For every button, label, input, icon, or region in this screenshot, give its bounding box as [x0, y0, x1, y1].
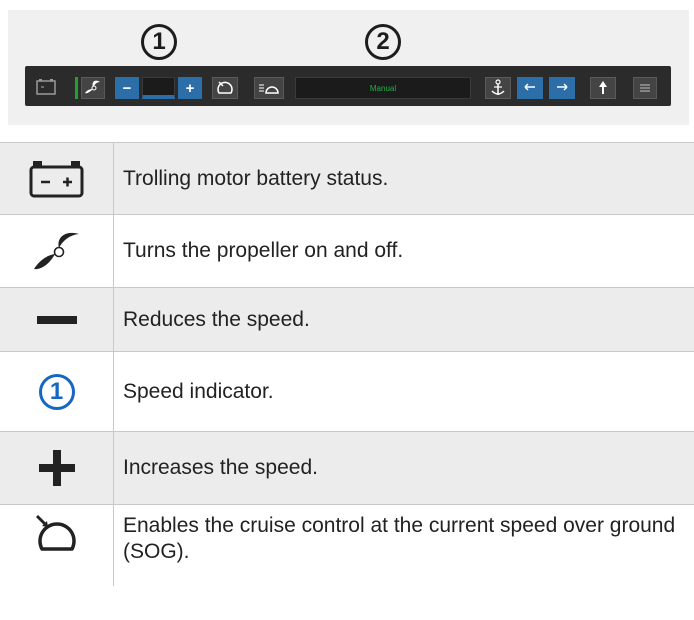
table-row: 1 Speed indicator.: [0, 352, 694, 432]
sog-cruise-button[interactable]: [254, 77, 284, 99]
table-row: Enables the cruise control at the curren…: [0, 505, 694, 586]
row-description: Reduces the speed.: [123, 307, 310, 331]
autopilot-mode-display[interactable]: Manual: [295, 77, 471, 99]
battery-icon: [36, 79, 56, 95]
plus-speed-button[interactable]: +: [178, 77, 202, 99]
callout-2: 2: [365, 24, 401, 60]
table-row: Reduces the speed.: [0, 288, 694, 352]
propeller-status-indicator: [75, 77, 78, 99]
cruise-control-icon: [217, 81, 233, 94]
minus-icon: −: [122, 79, 132, 97]
row-description: Increases the speed.: [123, 456, 318, 479]
row-description: Enables the cruise control at the curren…: [123, 514, 676, 563]
callout-1-icon: 1: [38, 373, 75, 410]
battery-icon: [29, 160, 83, 197]
battery-button[interactable]: [33, 77, 59, 99]
toolbar-figure: 1 2 − + Manual: [8, 10, 689, 125]
minus-icon: [36, 315, 77, 324]
table-row: Increases the speed.: [0, 432, 694, 505]
cruise-control-icon: [35, 514, 76, 551]
callout-1: 1: [141, 24, 177, 60]
anchor-lock-button[interactable]: [485, 77, 511, 99]
icon-cell: [0, 288, 114, 351]
heading-arrow-icon: [599, 81, 607, 94]
row-description: Turns the propeller on and off.: [123, 239, 404, 262]
heading-hold-button[interactable]: [590, 77, 616, 99]
cruise-control-button[interactable]: [212, 77, 238, 99]
menu-icon: [640, 84, 650, 92]
mode-label: Manual: [369, 83, 397, 93]
menu-button[interactable]: [633, 77, 657, 99]
icon-cell: [0, 215, 114, 287]
icon-description-table: Trolling motor battery status. Turns the…: [0, 142, 694, 586]
arrow-right-icon: [557, 83, 568, 91]
speed-indicator: [142, 77, 175, 99]
plus-icon: [38, 450, 75, 486]
arrow-left-icon: [524, 83, 535, 91]
plus-icon: +: [185, 79, 195, 97]
propeller-icon: [33, 232, 79, 270]
table-row: Trolling motor battery status.: [0, 143, 694, 215]
table-row: Turns the propeller on and off.: [0, 215, 694, 288]
icon-cell: [0, 505, 114, 586]
steer-right-button[interactable]: [549, 77, 575, 99]
row-description: Speed indicator.: [123, 379, 274, 403]
sog-gauge-icon: [259, 84, 279, 94]
propeller-button[interactable]: [81, 77, 105, 99]
icon-cell: [0, 143, 114, 214]
steer-left-button[interactable]: [517, 77, 543, 99]
propeller-icon: [85, 80, 100, 94]
trolling-motor-toolbar: − + Manual: [25, 66, 671, 106]
icon-cell: 1: [0, 352, 114, 431]
icon-cell: [0, 432, 114, 504]
minus-speed-button[interactable]: −: [115, 77, 139, 99]
anchor-icon: [491, 79, 505, 95]
row-description: Trolling motor battery status.: [123, 166, 389, 190]
